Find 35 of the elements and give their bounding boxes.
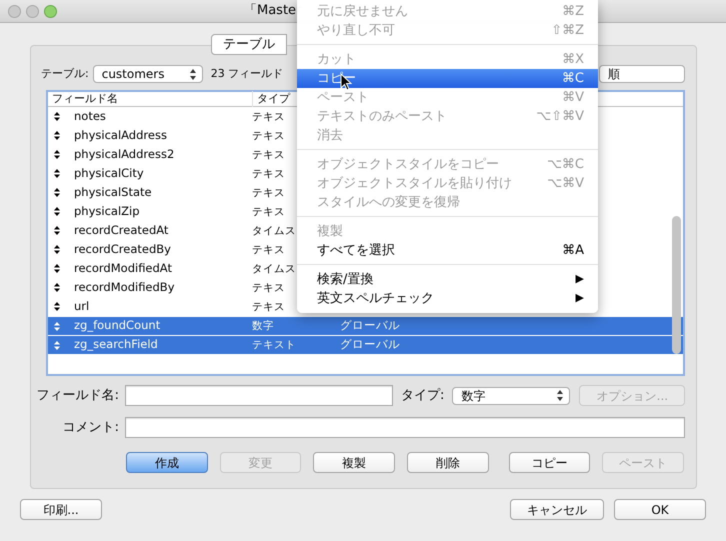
field-type: テキス	[252, 282, 285, 294]
type-label: タイプ:	[401, 386, 444, 405]
field-name: physicalAddress2	[74, 146, 176, 163]
field-name: zg_searchField	[74, 336, 159, 354]
column-header: フィールド名	[51, 90, 119, 107]
field-name: physicalZip	[74, 202, 141, 220]
field-option: グローバル	[340, 336, 400, 354]
field-type: 数字	[252, 320, 274, 332]
field-type: テキス	[252, 168, 285, 180]
field-type: タイムス	[252, 262, 296, 275]
field-name: recordModifiedBy	[74, 278, 176, 296]
field-name: physicalAddress	[74, 126, 168, 144]
field-option: グローバル	[340, 317, 400, 335]
field-type: テキス	[252, 186, 285, 199]
field-name: physicalState	[74, 184, 153, 201]
window-title: 「Master	[244, 2, 302, 20]
field-name: recordCreatedAt	[74, 222, 170, 239]
field-type: テキス	[252, 130, 285, 142]
field-name: url	[74, 298, 90, 315]
field-type: テキス	[252, 110, 285, 123]
field-name: recordCreatedBy	[74, 240, 172, 258]
comment-label: コメント:	[62, 418, 119, 437]
field-type: テキスト	[252, 339, 296, 352]
table-label: テーブル:	[41, 66, 89, 82]
field-type: タイムス	[252, 224, 296, 237]
field-name: zg_foundCount	[74, 317, 162, 334]
field-type: テキス	[252, 300, 285, 313]
field-name: notes	[74, 108, 107, 125]
field-type: テキス	[252, 206, 285, 218]
field-type: テキス	[252, 244, 285, 256]
field-name: recordModifiedAt	[74, 260, 173, 277]
field-name: physicalCity	[74, 164, 145, 182]
field-count: 23 フィールド	[210, 66, 284, 82]
field-name-label: フィールド名:	[36, 386, 119, 405]
field-type: テキス	[252, 148, 285, 161]
